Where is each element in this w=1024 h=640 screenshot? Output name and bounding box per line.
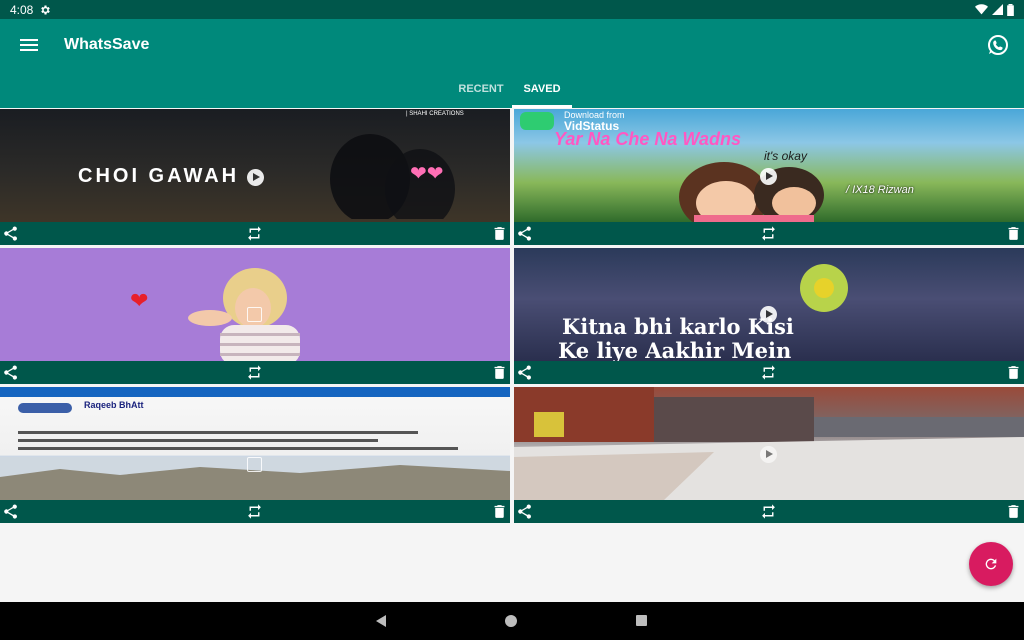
tab-saved[interactable]: SAVED xyxy=(512,71,572,108)
text-line xyxy=(18,447,458,450)
media-card: Kitna bhi karlo Kisi Ke liye Aakhir Mein xyxy=(514,248,1024,384)
back-icon[interactable] xyxy=(374,614,388,628)
play-icon xyxy=(247,169,264,186)
video-thumbnail[interactable]: Download from VidStatus Yar Na Che Na Wa… xyxy=(514,109,1024,222)
flower-graphic xyxy=(800,264,848,312)
status-time: 4:08 xyxy=(10,2,34,17)
repost-icon[interactable] xyxy=(246,364,263,381)
battery-icon xyxy=(1007,3,1014,16)
image-thumbnail[interactable]: ❤ xyxy=(0,248,510,361)
channel-tag: / IX18 Rizwan xyxy=(846,184,914,196)
repost-icon[interactable] xyxy=(760,503,777,520)
vidstatus-logo xyxy=(520,112,554,130)
tab-recent[interactable]: RECENT xyxy=(452,71,510,108)
text-line xyxy=(18,439,378,442)
share-icon[interactable] xyxy=(2,364,19,381)
share-icon[interactable] xyxy=(516,503,533,520)
tab-bar: RECENT SAVED xyxy=(0,71,1024,108)
system-nav-bar xyxy=(0,602,1024,640)
delete-icon[interactable] xyxy=(1005,364,1022,381)
media-card xyxy=(514,387,1024,523)
repost-icon[interactable] xyxy=(760,225,777,242)
couple-silhouette xyxy=(330,134,455,219)
screenshot-header xyxy=(0,387,510,397)
share-icon[interactable] xyxy=(2,225,19,242)
whatsapp-icon[interactable] xyxy=(986,33,1010,57)
media-card: Raqeeb BhAtt xyxy=(0,387,510,523)
channel-tag: | SHAHI CREATIONS xyxy=(406,111,464,117)
app-title: WhatsSave xyxy=(64,36,150,53)
hearts-emoji: ❤❤ xyxy=(410,163,444,185)
share-icon[interactable] xyxy=(2,503,19,520)
heart-graphic: ❤ xyxy=(130,288,149,313)
refresh-button[interactable] xyxy=(969,542,1013,586)
delete-icon[interactable] xyxy=(491,225,508,242)
repost-icon[interactable] xyxy=(760,364,777,381)
card-actions xyxy=(0,222,510,245)
video-headline: Yar Na Che Na Wadns xyxy=(554,129,742,149)
menu-icon[interactable] xyxy=(17,33,41,57)
snowy-building-photo xyxy=(514,387,1024,500)
tab-indicator xyxy=(512,105,572,108)
media-card: | SHAHI CREATIONS CHOI GAWAH ❤❤ xyxy=(0,109,510,245)
wifi-icon xyxy=(975,4,988,15)
cartoon-couple xyxy=(679,162,824,222)
delete-icon[interactable] xyxy=(491,503,508,520)
image-type-icon xyxy=(247,307,262,322)
video-caption-line2: Ke liye Aakhir Mein xyxy=(558,338,792,361)
video-thumbnail[interactable]: | SHAHI CREATIONS CHOI GAWAH ❤❤ xyxy=(0,109,510,222)
avatar xyxy=(18,403,72,413)
media-card: ❤ xyxy=(0,248,510,384)
text-line xyxy=(18,431,418,434)
play-icon xyxy=(760,306,777,323)
settings-icon xyxy=(41,5,51,14)
card-actions xyxy=(0,500,510,523)
image-thumbnail[interactable]: Raqeeb BhAtt xyxy=(0,387,510,500)
refresh-icon xyxy=(985,558,997,570)
share-icon[interactable] xyxy=(516,364,533,381)
delete-icon[interactable] xyxy=(491,364,508,381)
media-card: Download from VidStatus Yar Na Che Na Wa… xyxy=(514,109,1024,245)
video-thumbnail[interactable]: Kitna bhi karlo Kisi Ke liye Aakhir Mein xyxy=(514,248,1024,361)
app-bar: WhatsSave xyxy=(0,19,1024,71)
repost-icon[interactable] xyxy=(246,503,263,520)
video-caption-line1: Kitna bhi karlo Kisi xyxy=(562,314,794,339)
play-icon xyxy=(760,446,777,463)
card-actions xyxy=(514,361,1024,384)
card-actions xyxy=(514,500,1024,523)
recents-icon[interactable] xyxy=(636,615,647,626)
video-thumbnail[interactable] xyxy=(514,387,1024,500)
share-icon[interactable] xyxy=(516,225,533,242)
card-actions xyxy=(514,222,1024,245)
profile-name: Raqeeb BhAtt xyxy=(84,400,144,410)
signal-icon xyxy=(992,4,1003,15)
home-icon[interactable] xyxy=(505,615,517,627)
card-actions xyxy=(0,361,510,384)
delete-icon[interactable] xyxy=(1005,225,1022,242)
video-caption: CHOI GAWAH xyxy=(78,165,240,187)
repost-icon[interactable] xyxy=(246,225,263,242)
image-type-icon xyxy=(247,457,262,472)
delete-icon[interactable] xyxy=(1005,503,1022,520)
play-icon xyxy=(760,168,777,185)
status-bar: 4:08 xyxy=(0,0,1024,19)
